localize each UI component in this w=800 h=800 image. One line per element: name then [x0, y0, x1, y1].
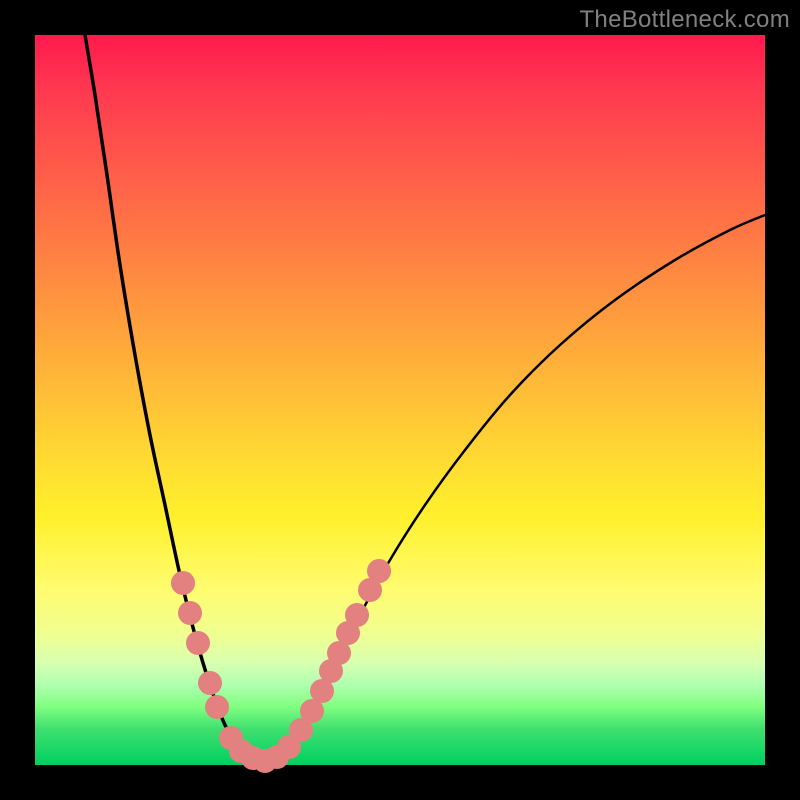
- data-point: [178, 601, 202, 625]
- plot-area: [35, 35, 765, 765]
- chart-container: TheBottleneck.com: [0, 0, 800, 800]
- data-point: [367, 559, 391, 583]
- watermark-text: TheBottleneck.com: [579, 6, 790, 34]
- left-curve: [85, 35, 265, 761]
- data-point: [345, 603, 369, 627]
- data-point: [205, 695, 229, 719]
- curve-layer: [35, 35, 765, 765]
- right-curve: [265, 215, 765, 761]
- data-point: [186, 631, 210, 655]
- data-point: [198, 671, 222, 695]
- data-point: [171, 571, 195, 595]
